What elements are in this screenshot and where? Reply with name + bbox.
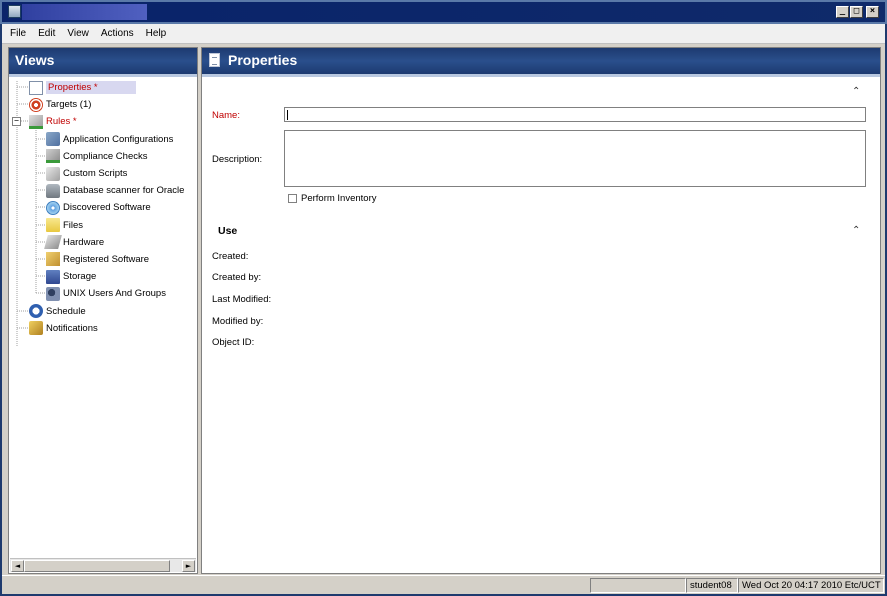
- script-icon: [46, 166, 60, 181]
- tree-item-label: Application Configurations: [63, 133, 174, 145]
- tree-item-discovered-software[interactable]: Discovered Software: [9, 199, 197, 216]
- status-user: student08: [686, 578, 738, 593]
- menu-edit[interactable]: Edit: [38, 28, 55, 39]
- created-by-label: Created by:: [212, 272, 262, 283]
- tree-item-unix-users-and-groups[interactable]: UNIX Users And Groups: [9, 285, 197, 302]
- scroll-right-arrow[interactable]: ►: [182, 560, 195, 572]
- properties-panel-title: Properties: [228, 52, 298, 68]
- perform-inventory-label[interactable]: Perform Inventory: [301, 193, 377, 204]
- document-icon: [29, 80, 43, 95]
- perform-inventory-checkbox[interactable]: [288, 194, 297, 203]
- storage-icon: [46, 269, 60, 284]
- properties-panel-header: Properties: [202, 48, 880, 74]
- tree-item-schedule[interactable]: Schedule: [9, 302, 197, 319]
- close-button[interactable]: ×: [866, 6, 879, 18]
- window-title-bar: _ □ ×: [0, 0, 887, 24]
- modified-by-label: Modified by:: [212, 316, 264, 327]
- compliance-check-icon: [46, 149, 60, 164]
- tree-item-label: Registered Software: [63, 253, 150, 265]
- users-icon: [46, 286, 60, 301]
- collapse-general-icon[interactable]: ⌃: [852, 86, 860, 97]
- views-tree: Properties * Targets (1) − Rules * Applicati…: [9, 77, 197, 346]
- tree-item-registered-software[interactable]: Registered Software: [9, 251, 197, 268]
- title-accent: [22, 4, 147, 20]
- tree-item-label: Compliance Checks: [63, 150, 148, 162]
- tree-item-custom-scripts[interactable]: Custom Scripts: [9, 165, 197, 182]
- app-icon[interactable]: [8, 5, 21, 18]
- tree-item-label: Database scanner for Oracle: [63, 185, 185, 197]
- tree-item-notifications[interactable]: Notifications: [9, 320, 197, 337]
- collapse-use-icon[interactable]: ⌃: [852, 225, 860, 236]
- window-controls: _ □ ×: [836, 6, 879, 18]
- tree-item-application-configurations[interactable]: Application Configurations: [9, 131, 197, 148]
- name-input[interactable]: [284, 107, 866, 122]
- tree-item-database-scanner-for-oracle[interactable]: Database scanner for Oracle: [9, 182, 197, 199]
- views-panel-title: Views: [9, 48, 197, 74]
- tree-item-files[interactable]: Files: [9, 217, 197, 234]
- tree-item-storage[interactable]: Storage: [9, 268, 197, 285]
- tree-item-label: UNIX Users And Groups: [63, 288, 166, 300]
- properties-panel: Properties ⌃ Name: Description: Perform …: [201, 47, 881, 574]
- hardware-icon: [44, 235, 62, 250]
- status-datetime: Wed Oct 20 04:17 2010 Etc/UCT: [738, 578, 884, 593]
- menu-help[interactable]: Help: [146, 28, 167, 39]
- status-empty-cell: [590, 578, 686, 593]
- package-icon: [46, 252, 60, 267]
- tree-collapse-toggle[interactable]: −: [12, 117, 21, 127]
- target-icon: [29, 97, 43, 112]
- status-bar: student08 Wed Oct 20 04:17 2010 Etc/UCT: [2, 575, 885, 594]
- tree-horizontal-scrollbar[interactable]: ◄ ►: [10, 558, 196, 572]
- tree-item-rules[interactable]: − Rules *: [9, 113, 197, 130]
- minimize-button[interactable]: _: [836, 6, 849, 18]
- tree-item-label: Hardware: [63, 236, 105, 248]
- tree-item-label: Properties *: [46, 81, 136, 95]
- tree-item-label: Discovered Software: [63, 202, 151, 214]
- app-config-icon: [46, 132, 60, 147]
- tree-item-label: Rules *: [46, 116, 77, 128]
- maximize-button[interactable]: □: [850, 6, 863, 18]
- tree-item-label: Files: [63, 219, 84, 231]
- rules-check-icon: [29, 114, 43, 129]
- notification-icon: [29, 321, 43, 336]
- menu-file[interactable]: File: [10, 28, 26, 39]
- tree-item-label: Notifications: [46, 322, 98, 334]
- folder-icon: [46, 218, 60, 233]
- use-section-title: Use: [218, 225, 238, 237]
- clock-icon: [29, 304, 43, 319]
- menu-bar: File Edit View Actions Help: [2, 24, 885, 44]
- menu-actions[interactable]: Actions: [101, 28, 134, 39]
- document-icon: [209, 53, 220, 67]
- description-label: Description:: [212, 154, 263, 165]
- views-panel: Views Properties * Targets (1) − Rules *…: [8, 47, 198, 574]
- tree-item-label: Schedule: [46, 305, 86, 317]
- description-textarea[interactable]: [284, 130, 866, 187]
- name-label: Name:: [212, 110, 240, 121]
- tree-item-properties[interactable]: Properties *: [9, 79, 197, 96]
- header-stripe: [202, 74, 880, 77]
- disc-icon: [46, 200, 60, 215]
- tree-item-hardware[interactable]: Hardware: [9, 234, 197, 251]
- tree-item-label: Custom Scripts: [63, 168, 128, 180]
- created-label: Created:: [212, 251, 249, 262]
- client-area: Views Properties * Targets (1) − Rules *…: [2, 44, 885, 575]
- database-icon: [46, 183, 60, 198]
- tree-item-targets-1[interactable]: Targets (1): [9, 96, 197, 113]
- menu-view[interactable]: View: [67, 28, 89, 39]
- tree-item-label: Targets (1): [46, 99, 92, 111]
- object-id-label: Object ID:: [212, 337, 255, 348]
- tree-item-compliance-checks[interactable]: Compliance Checks: [9, 148, 197, 165]
- tree-item-label: Storage: [63, 271, 97, 283]
- last-modified-label: Last Modified:: [212, 294, 272, 305]
- scroll-thumb[interactable]: [24, 560, 170, 572]
- scroll-left-arrow[interactable]: ◄: [11, 560, 24, 572]
